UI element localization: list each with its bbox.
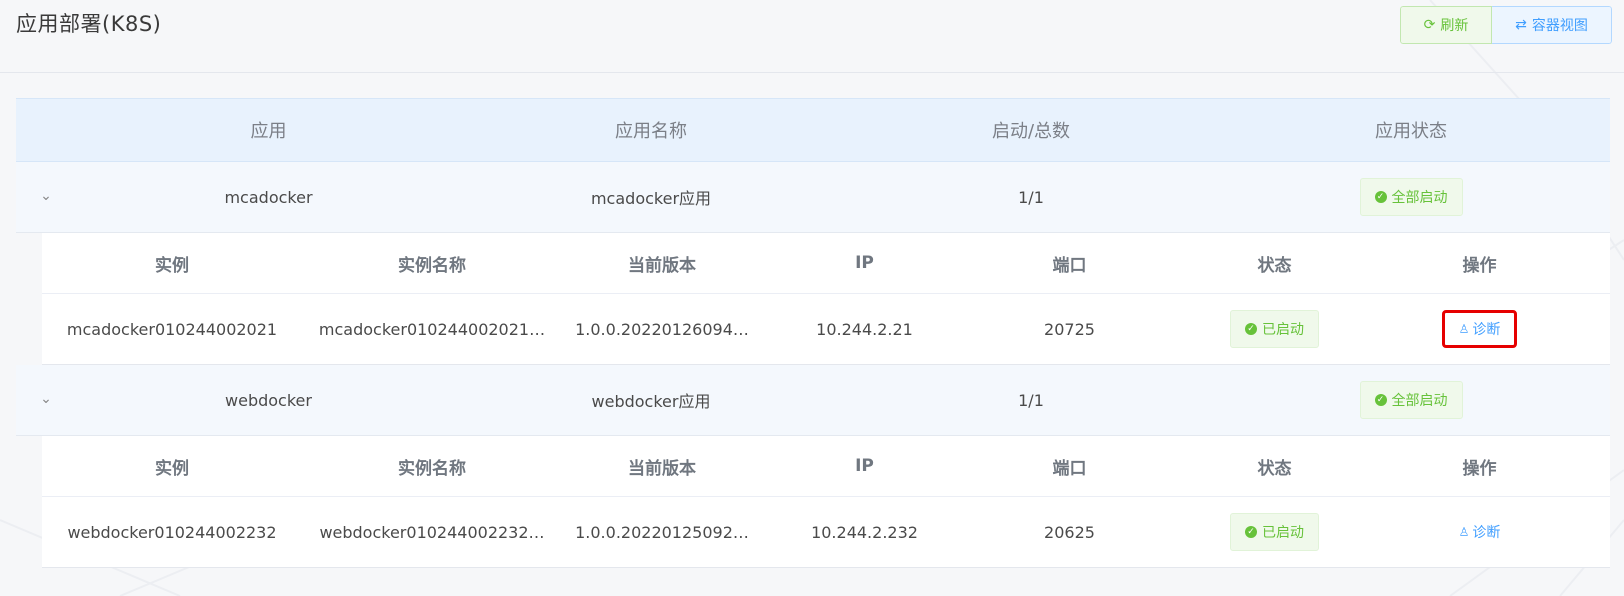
- instance-row: webdocker010244002232 webdocker010244002…: [42, 497, 1610, 568]
- app-row[interactable]: ⌄ mcadocker mcadocker应用 1/1 ✓ 全部启动: [16, 162, 1610, 233]
- instance-subtable: 实例 实例名称 当前版本 IP 端口 状态 操作 mcadocker010244…: [42, 233, 1610, 365]
- table-header: 应用 应用名称 启动/总数 应用状态: [16, 98, 1610, 162]
- instance-name-cell: webdocker010244002232…: [319, 522, 545, 542]
- subheader-action: 操作: [1462, 255, 1497, 276]
- refresh-button-label: 刷新: [1440, 18, 1469, 34]
- subheader-port: 端口: [1052, 458, 1087, 479]
- check-circle-icon: ✓: [1245, 526, 1257, 538]
- toolbar-button-group: ⟳ 刷新 ⇄ 容器视图: [1400, 6, 1612, 44]
- app-status-cell: ✓ 全部启动: [1281, 178, 1541, 216]
- check-circle-icon: ✓: [1245, 323, 1257, 335]
- action-cell: ♙ 诊断: [1377, 514, 1582, 550]
- ip-cell: 10.244.2.232: [811, 522, 918, 542]
- app-name-cell: webdocker应用: [591, 392, 711, 411]
- instance-subtable-header: 实例 实例名称 当前版本 IP 端口 状态 操作: [42, 436, 1610, 497]
- subheader-status: 状态: [1257, 255, 1292, 276]
- instance-status-cell: ✓ 已启动: [1172, 513, 1377, 551]
- diagnose-button-label: 诊断: [1472, 525, 1501, 541]
- status-badge-label: 已启动: [1262, 525, 1304, 541]
- subheader-instance-name: 实例名称: [398, 458, 466, 479]
- chevron-down-icon[interactable]: ⌄: [38, 188, 54, 204]
- diagnose-button[interactable]: ♙ 诊断: [1441, 310, 1518, 348]
- start-total-cell: 1/1: [1018, 390, 1044, 410]
- status-badge: ✓ 全部启动: [1359, 178, 1463, 216]
- app-table: 应用 应用名称 启动/总数 应用状态 ⌄ mcadocker mcadocker…: [16, 98, 1610, 568]
- status-badge-label: 全部启动: [1391, 393, 1448, 409]
- subheader-ip: IP: [855, 456, 874, 476]
- instance-cell: webdocker010244002232: [67, 522, 277, 542]
- check-circle-icon: ✓: [1374, 394, 1387, 406]
- container-view-button-label: 容器视图: [1531, 18, 1588, 34]
- chevron-down-icon[interactable]: ⌄: [38, 391, 54, 407]
- app-cell: mcadocker: [224, 187, 313, 207]
- subheader-action: 操作: [1462, 458, 1497, 479]
- header-app: 应用: [250, 121, 287, 142]
- diagnose-button[interactable]: ♙ 诊断: [1445, 514, 1515, 550]
- app-name-cell: mcadocker应用: [590, 189, 712, 208]
- instance-name-cell: mcadocker010244002021…: [318, 319, 546, 339]
- switch-icon: ⇄: [1515, 17, 1527, 33]
- app-cell: webdocker: [225, 390, 312, 410]
- ip-cell: 10.244.2.21: [816, 319, 913, 339]
- status-badge: ✓ 已启动: [1230, 310, 1319, 348]
- instance-cell: mcadocker010244002021: [66, 319, 278, 339]
- app-status-cell: ✓ 全部启动: [1281, 381, 1541, 419]
- version-cell: 1.0.0.20220125092…: [575, 522, 749, 542]
- status-badge-label: 已启动: [1262, 322, 1304, 338]
- subheader-port: 端口: [1052, 255, 1087, 276]
- status-badge: ✓ 全部启动: [1359, 381, 1463, 419]
- app-row[interactable]: ⌄ webdocker webdocker应用 1/1 ✓ 全部启动: [16, 365, 1610, 436]
- header-app-name: 应用名称: [615, 121, 687, 142]
- start-total-cell: 1/1: [1018, 187, 1044, 207]
- instance-row: mcadocker010244002021 mcadocker010244002…: [42, 294, 1610, 365]
- instance-subtable-header: 实例 实例名称 当前版本 IP 端口 状态 操作: [42, 233, 1610, 294]
- subheader-version: 当前版本: [628, 458, 696, 479]
- subheader-instance: 实例: [155, 458, 189, 479]
- diagnose-button-label: 诊断: [1472, 322, 1501, 338]
- header-start-total: 启动/总数: [991, 121, 1071, 142]
- subheader-version: 当前版本: [628, 255, 696, 276]
- subheader-ip: IP: [855, 253, 874, 273]
- version-cell: 1.0.0.20220126094…: [575, 319, 749, 339]
- check-circle-icon: ✓: [1374, 191, 1387, 203]
- status-badge-label: 全部启动: [1391, 190, 1448, 206]
- status-badge: ✓ 已启动: [1230, 513, 1319, 551]
- instance-subtable: 实例 实例名称 当前版本 IP 端口 状态 操作 webdocker010244…: [42, 436, 1610, 568]
- refresh-button[interactable]: ⟳ 刷新: [1400, 6, 1492, 44]
- subheader-instance-name: 实例名称: [398, 255, 466, 276]
- subheader-instance: 实例: [155, 255, 189, 276]
- stethoscope-icon: ♙: [1458, 525, 1470, 539]
- page-header: 应用部署(K8S) ⟳ 刷新 ⇄ 容器视图: [0, 0, 1624, 73]
- subheader-status: 状态: [1257, 458, 1292, 479]
- port-cell: 20625: [1044, 522, 1095, 542]
- refresh-icon: ⟳: [1423, 17, 1436, 33]
- container-view-button[interactable]: ⇄ 容器视图: [1492, 6, 1612, 44]
- page-title: 应用部署(K8S): [16, 12, 162, 36]
- action-cell: ♙ 诊断: [1377, 310, 1582, 348]
- header-app-status: 应用状态: [1375, 121, 1447, 142]
- port-cell: 20725: [1044, 319, 1095, 339]
- stethoscope-icon: ♙: [1458, 322, 1470, 336]
- instance-status-cell: ✓ 已启动: [1172, 310, 1377, 348]
